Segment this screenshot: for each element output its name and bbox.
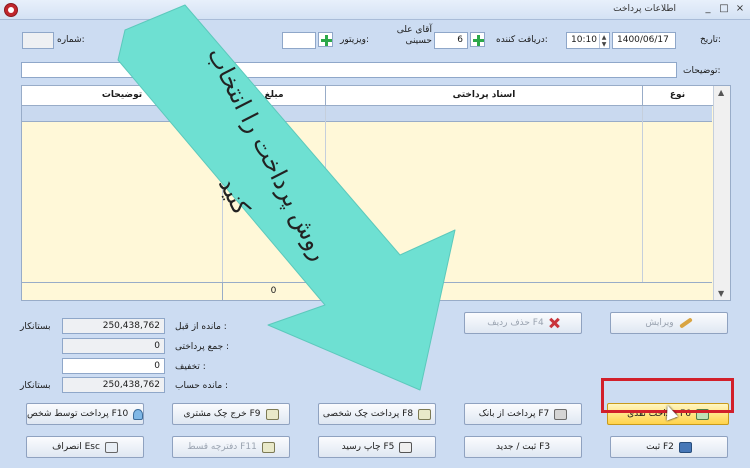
customer-check-label: خرج چک مشتری F9 bbox=[183, 409, 261, 419]
prev-balance-type: بستانکار bbox=[20, 322, 51, 332]
account-balance-field: 250,438,762 bbox=[62, 377, 165, 393]
installment-book-button[interactable]: دفترچه قسط F11 bbox=[172, 436, 290, 458]
add-receiver-icon[interactable] bbox=[470, 32, 485, 47]
date-value: 1400/06/17 bbox=[617, 35, 669, 45]
print-receipt-button[interactable]: چاپ رسید F5 bbox=[318, 436, 436, 458]
account-balance-type: بستانکار bbox=[20, 381, 51, 391]
check-icon bbox=[418, 408, 432, 420]
account-balance-value: 250,438,762 bbox=[102, 380, 160, 390]
edit-button[interactable]: ویرایش bbox=[610, 312, 728, 334]
exit-icon bbox=[104, 441, 118, 453]
scroll-down-icon[interactable]: ▼ bbox=[718, 289, 724, 298]
prev-balance-label: مانده از قبل : bbox=[175, 322, 227, 332]
account-balance-label: مانده حساب : bbox=[175, 381, 229, 391]
visitor-label: ویزیتور: bbox=[340, 35, 370, 45]
title-bar: اطلاعات پرداخت _ □ × bbox=[0, 0, 750, 20]
description-label: توضیحات: bbox=[683, 66, 721, 76]
person-icon bbox=[133, 408, 143, 420]
total-paid-field: 0 bbox=[62, 338, 165, 354]
time-value: 10:10 bbox=[571, 35, 597, 45]
grid-total-row: 0 bbox=[22, 282, 712, 301]
bank-payment-label: پرداخت از بانک F7 bbox=[478, 409, 550, 419]
edit-label: ویرایش bbox=[645, 318, 674, 328]
discount-field[interactable]: 0 bbox=[62, 358, 165, 374]
book-icon bbox=[261, 441, 275, 453]
personal-check-label: پرداخت چک شخصی F8 bbox=[322, 409, 414, 419]
save-label: ثبت F2 bbox=[646, 442, 674, 452]
total-paid-label: جمع پرداختی : bbox=[175, 342, 230, 352]
time-field[interactable]: 10:10 ▲ ▼ bbox=[566, 32, 610, 49]
total-amount: 0 bbox=[222, 283, 325, 301]
column-divider bbox=[642, 106, 643, 300]
customer-check-icon bbox=[265, 408, 279, 420]
person-payment-button[interactable]: پرداخت توسط شخص F10 bbox=[26, 403, 144, 425]
date-label: تاریخ: bbox=[700, 35, 721, 45]
discount-value: 0 bbox=[154, 361, 160, 371]
delete-row-button[interactable]: حذف ردیف F4 bbox=[464, 312, 582, 334]
description-field[interactable] bbox=[21, 62, 677, 78]
print-receipt-label: چاپ رسید F5 bbox=[341, 442, 395, 452]
prev-balance-value: 250,438,762 bbox=[102, 321, 160, 331]
printer-icon bbox=[399, 441, 413, 453]
prev-balance-field: 250,438,762 bbox=[62, 318, 165, 334]
receiver-name: آقای علی حسینی bbox=[396, 25, 432, 46]
delete-icon bbox=[549, 318, 559, 328]
save-new-button[interactable]: ثبت / جدید F3 bbox=[464, 436, 582, 458]
app-icon bbox=[4, 3, 18, 17]
column-divider bbox=[325, 106, 326, 300]
column-header-documents[interactable]: اسناد پرداختی bbox=[325, 86, 642, 106]
grid-scrollbar[interactable]: ▲ ▼ bbox=[713, 86, 730, 300]
customer-check-button[interactable]: خرج چک مشتری F9 bbox=[172, 403, 290, 425]
number-field[interactable] bbox=[22, 32, 54, 49]
window-title: اطلاعات پرداخت bbox=[613, 4, 676, 14]
column-header-description[interactable]: توضیحات bbox=[22, 86, 222, 106]
person-payment-label: پرداخت توسط شخص F10 bbox=[27, 409, 129, 419]
date-field[interactable]: 1400/06/17 bbox=[612, 32, 676, 49]
visitor-field[interactable] bbox=[282, 32, 316, 49]
save-new-label: ثبت / جدید F3 bbox=[495, 442, 551, 452]
receiver-code: 6 bbox=[457, 35, 463, 45]
receiver-code-field[interactable]: 6 bbox=[434, 32, 468, 49]
save-button[interactable]: ثبت F2 bbox=[610, 436, 728, 458]
bank-icon bbox=[554, 408, 568, 420]
maximize-button[interactable]: □ bbox=[716, 2, 732, 17]
bank-payment-button[interactable]: پرداخت از بانک F7 bbox=[464, 403, 582, 425]
add-visitor-icon[interactable] bbox=[318, 32, 333, 47]
delete-row-label: حذف ردیف F4 bbox=[487, 318, 544, 328]
number-label: شماره: bbox=[57, 35, 85, 45]
cancel-label: انصراف Esc bbox=[52, 442, 100, 452]
grid-header: نوع اسناد پرداختی مبلغ توضیحات bbox=[22, 86, 730, 106]
personal-check-button[interactable]: پرداخت چک شخصی F8 bbox=[318, 403, 436, 425]
time-spinner-icon[interactable]: ▲ ▼ bbox=[599, 34, 608, 48]
pencil-icon bbox=[678, 317, 693, 329]
minimize-button[interactable]: _ bbox=[700, 2, 716, 17]
close-button[interactable]: × bbox=[732, 2, 748, 17]
receiver-label: دریافت کننده: bbox=[496, 35, 548, 45]
scroll-up-icon[interactable]: ▲ bbox=[718, 88, 724, 97]
cancel-button[interactable]: انصراف Esc bbox=[26, 436, 144, 458]
discount-label: تخفیف : bbox=[175, 362, 206, 372]
save-icon bbox=[678, 441, 692, 453]
table-row[interactable] bbox=[22, 106, 712, 122]
payment-grid[interactable]: نوع اسناد پرداختی مبلغ توضیحات 0 ▲ ▼ bbox=[21, 85, 731, 301]
total-paid-value: 0 bbox=[154, 341, 160, 351]
installment-book-label: دفترچه قسط F11 bbox=[187, 442, 257, 452]
column-header-type[interactable]: نوع bbox=[642, 86, 712, 106]
